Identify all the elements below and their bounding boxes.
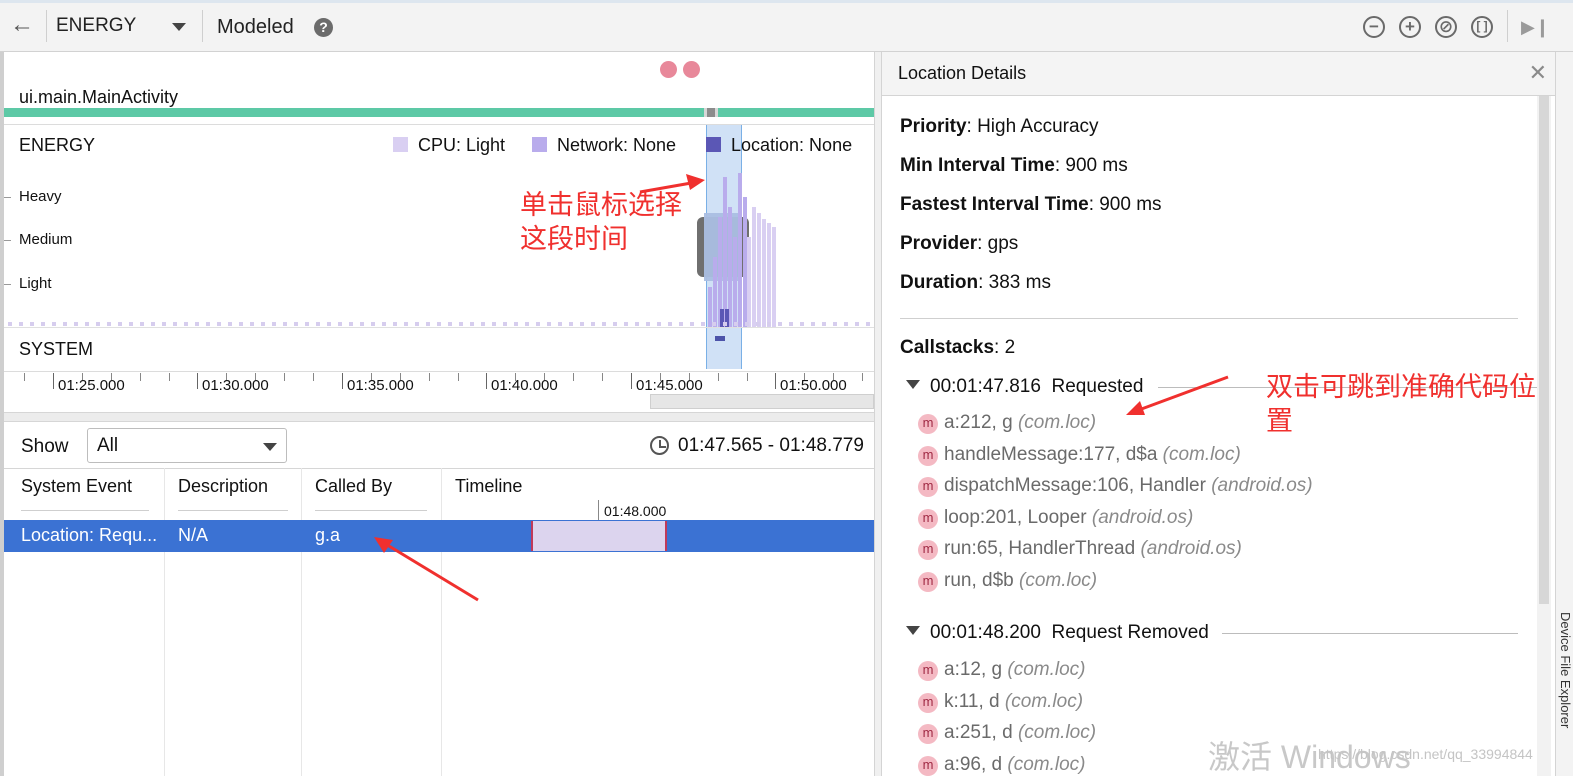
annotation-select-range-line1: 单击鼠标选择 <box>520 190 682 220</box>
annotation-jump-to-code-line1: 双击可跳到准确代码位 <box>1266 372 1536 402</box>
watermark-url: https://blog.csdn.net/qq_33994844 <box>1318 746 1533 762</box>
arrow-to-frame <box>1126 375 1229 415</box>
annotation-select-range: 单击鼠标选择 这段时间 <box>520 188 682 256</box>
energy-profiler-window: ← ENERGY Modeled ? − + ⊘ [ ] ▶❙ ui.main.… <box>0 0 1573 776</box>
annotation-select-range-line2: 这段时间 <box>520 224 628 254</box>
arrow-to-called-by <box>374 537 479 602</box>
annotation-jump-to-code: 双击可跳到准确代码位 置 <box>1266 370 1536 438</box>
annotation-jump-to-code-line2: 置 <box>1266 406 1293 436</box>
